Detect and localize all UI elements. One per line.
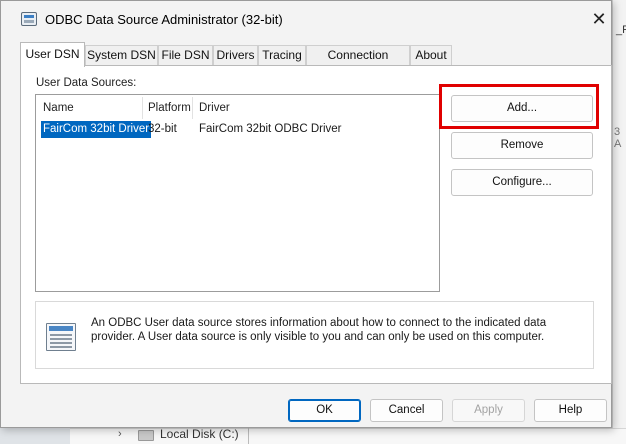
tab-drivers[interactable]: Drivers: [213, 45, 258, 66]
data-sources-list[interactable]: Name Platform Driver FairCom 32bit Drive…: [35, 94, 440, 292]
row-name-cell[interactable]: FairCom 32bit Driver: [41, 121, 152, 138]
configure-button[interactable]: Configure...: [451, 169, 593, 196]
apply-button[interactable]: Apply: [452, 399, 525, 422]
background-text-top: _Fi: [616, 24, 626, 36]
user-data-sources-label: User Data Sources:: [36, 77, 137, 89]
tab-user-dsn[interactable]: User DSN: [20, 42, 85, 67]
tab-connection-pooling[interactable]: Connection Pooling: [306, 45, 410, 81]
background-text-mid: 3 A: [614, 126, 622, 150]
data-source-icon: [46, 323, 76, 351]
row-platform-cell[interactable]: 32-bit: [148, 121, 177, 138]
row-driver-cell[interactable]: FairCom 32bit ODBC Driver: [199, 121, 342, 138]
background-separator: [248, 428, 249, 444]
tab-system-dsn[interactable]: System DSN: [85, 45, 158, 66]
tab-file-dsn[interactable]: File DSN: [158, 45, 213, 66]
cancel-button[interactable]: Cancel: [370, 399, 443, 422]
tab-about[interactable]: About: [410, 45, 452, 66]
info-description: An ODBC User data source stores informat…: [91, 317, 547, 343]
close-button[interactable]: ✕: [585, 7, 613, 31]
help-button[interactable]: Help: [534, 399, 607, 422]
column-header-name[interactable]: Name: [43, 99, 74, 117]
column-separator[interactable]: [142, 97, 143, 119]
add-button[interactable]: Add...: [451, 95, 593, 122]
tab-tracing[interactable]: Tracing: [258, 45, 306, 66]
chevron-right-icon: ›: [118, 428, 122, 440]
column-separator[interactable]: [192, 97, 193, 119]
ok-button[interactable]: OK: [288, 399, 361, 422]
drive-label: Local Disk (C:): [160, 427, 239, 441]
column-header-driver[interactable]: Driver: [199, 99, 230, 117]
drive-icon: [138, 430, 154, 441]
window-title: ODBC Data Source Administrator (32-bit): [45, 12, 283, 27]
column-header-platform[interactable]: Platform: [148, 99, 191, 117]
remove-button[interactable]: Remove: [451, 132, 593, 159]
title-bar: ODBC Data Source Administrator (32-bit) …: [1, 1, 611, 39]
background-window-strip: [612, 0, 626, 444]
odbc-dialog: ODBC Data Source Administrator (32-bit) …: [0, 0, 612, 428]
odbc-admin-icon: [21, 12, 37, 26]
